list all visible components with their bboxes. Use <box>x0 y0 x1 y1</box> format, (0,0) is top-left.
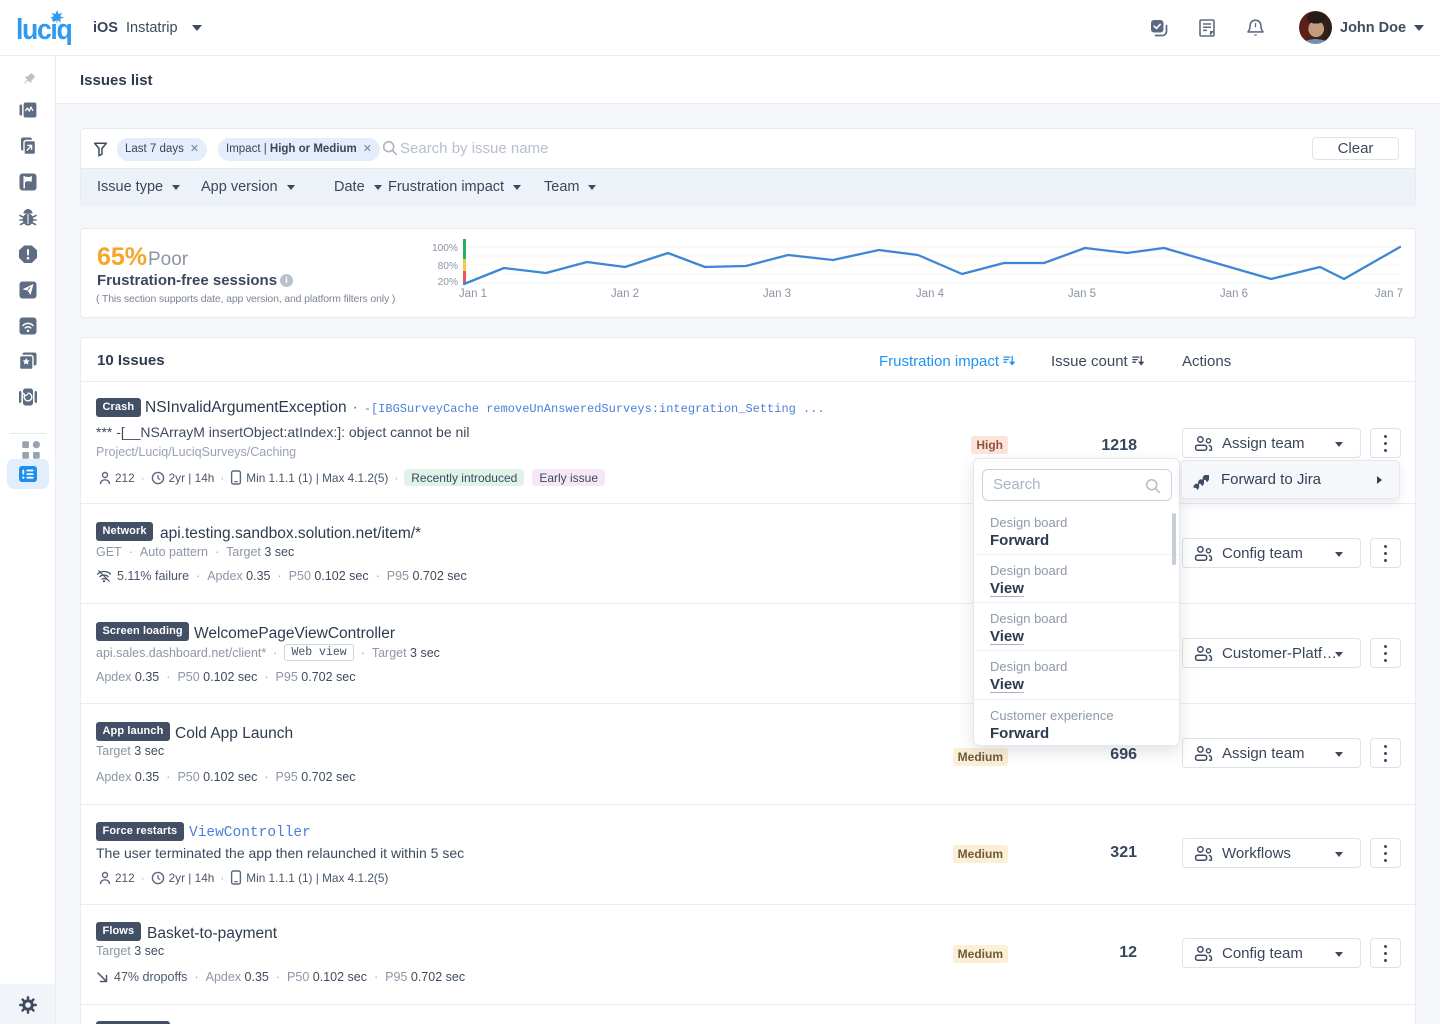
svg-text:100%: 100% <box>432 243 458 254</box>
svg-text:80%: 80% <box>438 261 458 272</box>
svg-text:Jan 6: Jan 6 <box>1220 288 1248 300</box>
svg-text:Jan 2: Jan 2 <box>611 288 639 300</box>
svg-text:Jan 4: Jan 4 <box>916 288 945 300</box>
svg-text:Jan 3: Jan 3 <box>763 288 791 300</box>
svg-text:Jan 1: Jan 1 <box>459 288 487 300</box>
svg-text:Jan 7: Jan 7 <box>1375 288 1403 300</box>
svg-text:20%: 20% <box>438 277 458 288</box>
svg-text:Jan 5: Jan 5 <box>1068 288 1096 300</box>
